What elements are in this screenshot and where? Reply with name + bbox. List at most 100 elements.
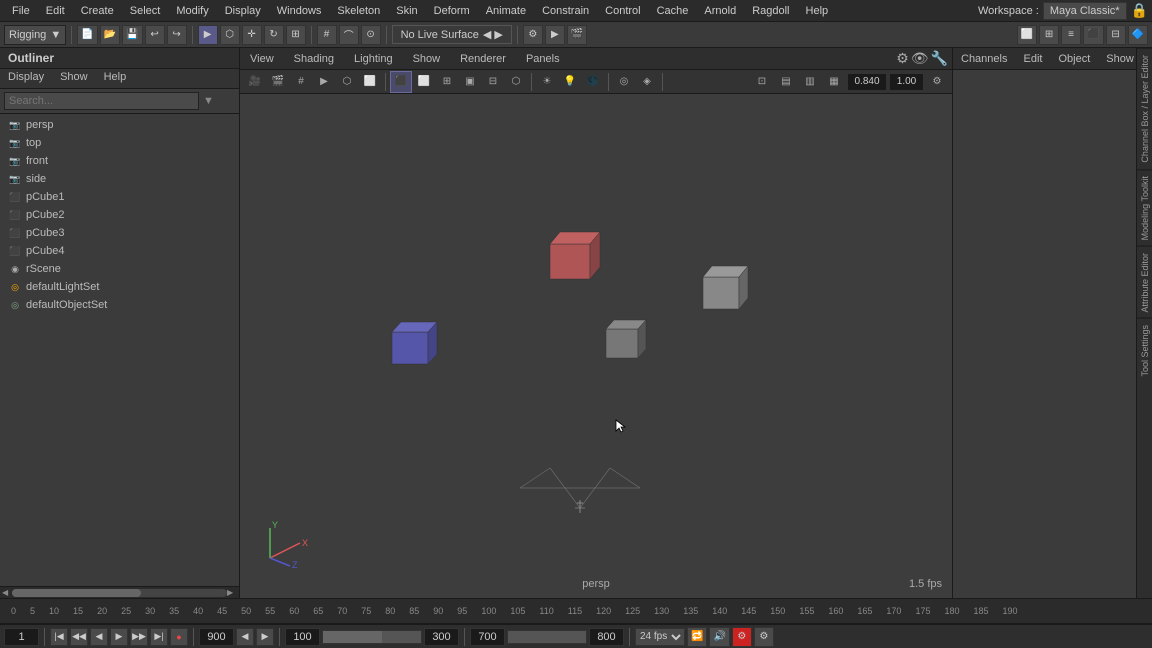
menu-help[interactable]: Help (798, 3, 837, 19)
snap-grid-btn[interactable]: # (317, 25, 337, 45)
outliner-menu-help[interactable]: Help (96, 69, 135, 88)
open-btn[interactable]: 📂 (100, 25, 120, 45)
mode-dropdown[interactable]: Rigging ▼ (4, 25, 66, 45)
vp-xray-btn[interactable]: ◎ (613, 71, 635, 93)
redo-btn[interactable]: ↪ (167, 25, 187, 45)
outliner-item-rscene[interactable]: ◉ rScene (0, 260, 239, 278)
menu-ragdoll[interactable]: Ragdoll (744, 3, 797, 19)
step-fwd-btn[interactable]: ▶▶ (130, 628, 148, 646)
audio-btn[interactable]: 🔊 (709, 627, 729, 647)
vp-icon-btn2[interactable]: ▥ (799, 71, 821, 93)
channels-menu[interactable]: Channels (953, 51, 1015, 67)
search-input[interactable] (4, 92, 199, 110)
vp-grid-btn[interactable]: # (290, 71, 312, 93)
scroll-track[interactable] (12, 589, 227, 597)
outliner-menu-display[interactable]: Display (0, 69, 52, 88)
render-btn[interactable]: ▶ (545, 25, 565, 45)
start-frame-input[interactable] (285, 628, 320, 646)
outliner-item-pcube1[interactable]: ⬛ pCube1 (0, 188, 239, 206)
cube-red-container[interactable] (540, 224, 605, 292)
vp-iso-btn[interactable]: ◈ (636, 71, 658, 93)
save-btn[interactable]: 💾 (122, 25, 142, 45)
timeline-area[interactable]: 0 5 10 15 20 25 30 35 40 45 50 55 60 65 … (0, 598, 1152, 624)
menu-constrain[interactable]: Constrain (534, 3, 597, 19)
frame-field-input[interactable] (199, 628, 234, 646)
outliner-item-lightset[interactable]: ◎ defaultLightSet (0, 278, 239, 296)
current-frame-input[interactable] (4, 628, 39, 646)
vp-film-btn[interactable]: 🎬 (267, 71, 289, 93)
outliner-item-front[interactable]: 📷 front (0, 152, 239, 170)
scale-btn[interactable]: ⊞ (286, 25, 306, 45)
cube-gray1-container[interactable] (695, 259, 753, 320)
toolkit-icon5[interactable]: ⊟ (1106, 25, 1126, 45)
vp-shade1-btn[interactable]: ⬛ (390, 71, 412, 93)
vp-select-btn[interactable]: ▶ (313, 71, 335, 93)
vp-wire-btn[interactable]: ⬜ (359, 71, 381, 93)
outliner-item-side[interactable]: 📷 side (0, 170, 239, 188)
vp-icon2[interactable]: 👁 (911, 50, 929, 67)
vp-menu-renderer[interactable]: Renderer (450, 51, 516, 67)
vp-light1-btn[interactable]: ☀ (536, 71, 558, 93)
menu-skeleton[interactable]: Skeleton (329, 3, 388, 19)
anim-settings-btn[interactable]: ⚙ (732, 627, 752, 647)
menu-modify[interactable]: Modify (168, 3, 216, 19)
go-start-btn[interactable]: |◀ (50, 628, 68, 646)
tab-channel-box[interactable]: Channel Box / Layer Editor (1137, 48, 1152, 169)
menu-file[interactable]: File (4, 3, 38, 19)
scroll-right-btn[interactable]: ▶ (227, 588, 237, 597)
play-back-btn[interactable]: ◀ (90, 628, 108, 646)
vp-value-input2[interactable] (889, 73, 924, 91)
menu-create[interactable]: Create (73, 3, 122, 19)
extra-btn[interactable]: ⚙ (754, 627, 774, 647)
go-end-btn[interactable]: ▶| (150, 628, 168, 646)
outliner-item-top[interactable]: 📷 top (0, 134, 239, 152)
tab-attribute-editor[interactable]: Attribute Editor (1137, 246, 1152, 319)
vp-shade3-btn[interactable]: ⊞ (436, 71, 458, 93)
step-back-btn[interactable]: ◀◀ (70, 628, 88, 646)
scroll-left-btn[interactable]: ◀ (2, 588, 12, 597)
tab-modeling-toolkit[interactable]: Modeling Toolkit (1137, 169, 1152, 246)
outliner-item-pcube3[interactable]: ⬛ pCube3 (0, 224, 239, 242)
tab-tool-settings[interactable]: Tool Settings (1137, 318, 1152, 383)
vp-menu-view[interactable]: View (240, 51, 284, 67)
menu-control[interactable]: Control (597, 3, 648, 19)
search-options-btn[interactable]: ▼ (203, 95, 214, 107)
toolkit-icon3[interactable]: ≡ (1061, 25, 1081, 45)
end-frame-input[interactable] (424, 628, 459, 646)
toolkit-icon1[interactable]: ⬜ (1017, 25, 1037, 45)
menu-arnold[interactable]: Arnold (696, 3, 744, 19)
range-end-input[interactable] (470, 628, 505, 646)
range-slider2[interactable] (507, 630, 587, 644)
vp-icon3[interactable]: 🔧 (931, 50, 948, 67)
outliner-item-objectset[interactable]: ◎ defaultObjectSet (0, 296, 239, 314)
menu-windows[interactable]: Windows (269, 3, 330, 19)
toolkit-icon6[interactable]: 🔷 (1128, 25, 1148, 45)
range-slider[interactable] (322, 630, 422, 644)
ipr-btn[interactable]: 🎬 (567, 25, 587, 45)
vp-menu-lighting[interactable]: Lighting (344, 51, 403, 67)
channels-object[interactable]: Object (1050, 51, 1098, 67)
outliner-item-pcube4[interactable]: ⬛ pCube4 (0, 242, 239, 260)
vp-lasso-btn[interactable]: ⬡ (336, 71, 358, 93)
channels-edit[interactable]: Edit (1015, 51, 1050, 67)
render-settings-btn[interactable]: ⚙ (523, 25, 543, 45)
vp-shade2-btn[interactable]: ⬜ (413, 71, 435, 93)
cube-gray2-container[interactable] (600, 314, 650, 367)
loop-btn[interactable]: 🔁 (687, 627, 707, 647)
fps-select[interactable]: 24 fps 30 fps 60 fps (635, 628, 685, 646)
snap-point-btn[interactable]: ⊙ (361, 25, 381, 45)
menu-deform[interactable]: Deform (426, 3, 478, 19)
vp-menu-panels[interactable]: Panels (516, 51, 570, 67)
vp-settings-btn[interactable]: ⚙ (926, 71, 948, 93)
cube-blue-container[interactable] (382, 314, 442, 377)
vp-shade5-btn[interactable]: ⊟ (482, 71, 504, 93)
vp-icon-btn1[interactable]: ▤ (775, 71, 797, 93)
vp-resolution-btn[interactable]: ⊡ (751, 71, 773, 93)
snap-curve-btn[interactable]: ⌒ (339, 25, 359, 45)
play-fwd-btn[interactable]: ▶ (110, 628, 128, 646)
outliner-scrollbar[interactable]: ◀ ▶ (0, 586, 239, 598)
vp-light2-btn[interactable]: 💡 (559, 71, 581, 93)
range-prev-btn[interactable]: ◀ (236, 628, 254, 646)
record-btn[interactable]: ● (170, 628, 188, 646)
toolkit-icon4[interactable]: ⬛ (1083, 25, 1103, 45)
